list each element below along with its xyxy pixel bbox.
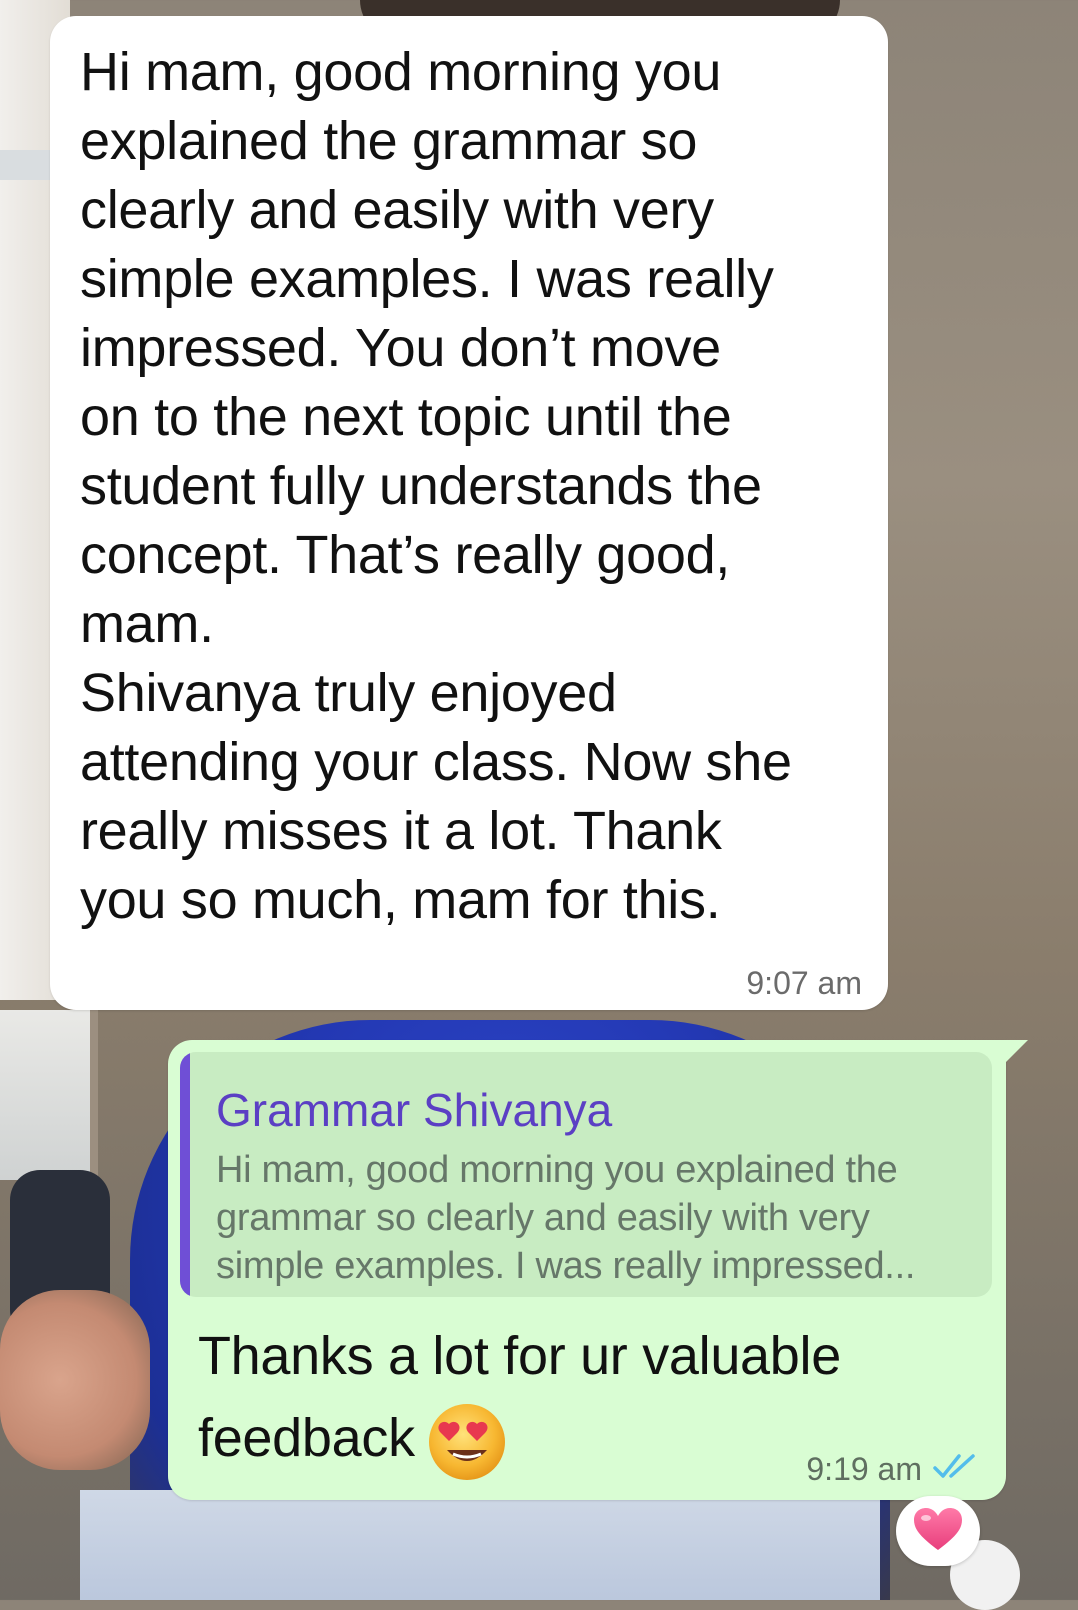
outgoing-message-meta: 9:19 am	[806, 1451, 978, 1488]
background-skirt	[80, 1490, 880, 1600]
pink-heart-icon	[912, 1506, 964, 1557]
quoted-snippet-line: simple examples. I was really impressed.…	[216, 1245, 916, 1287]
outgoing-text-line: feedback	[198, 1408, 415, 1468]
quoted-snippet-line: grammar so clearly and easily with very	[216, 1197, 870, 1239]
quoted-reply[interactable]: Grammar Shivanya Hi mam, good morning yo…	[180, 1052, 992, 1297]
message-reaction[interactable]	[896, 1496, 980, 1566]
outgoing-message-bubble[interactable]: Grammar Shivanya Hi mam, good morning yo…	[168, 1040, 1028, 1500]
incoming-message-time: 9:07 am	[746, 965, 862, 1001]
incoming-message-text: Hi mam, good morning you explained the g…	[80, 42, 792, 930]
quoted-snippet-line: Hi mam, good morning you explained the	[216, 1149, 898, 1191]
bubble-tail	[1004, 1040, 1028, 1064]
quoted-author: Grammar Shivanya	[216, 1084, 613, 1136]
background-window	[0, 1010, 98, 1180]
incoming-message-bubble[interactable]: Hi mam, good morning you explained the g…	[50, 16, 888, 1010]
outgoing-text-line: Thanks a lot for ur valuable	[198, 1326, 841, 1386]
outgoing-message-time: 9:19 am	[806, 1451, 922, 1487]
quote-accent-bar	[180, 1052, 190, 1297]
heart-eyes-emoji-icon	[427, 1402, 507, 1482]
background-hand	[0, 1290, 150, 1470]
read-receipt-double-check-icon	[932, 1452, 978, 1487]
